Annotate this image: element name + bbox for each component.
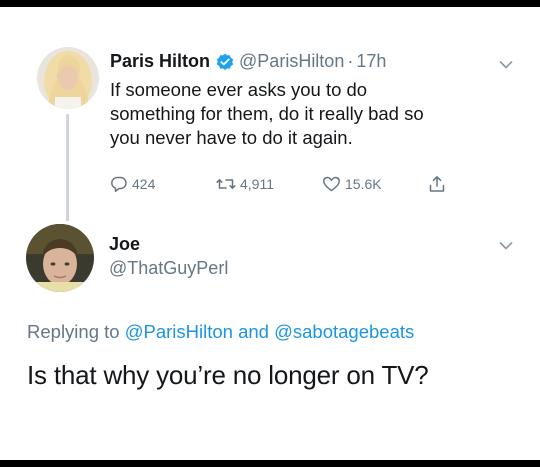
chevron-down-icon[interactable] [499, 241, 513, 251]
tweet-timestamp[interactable]: 17h [356, 51, 386, 72]
reply-author-handle[interactable]: @ThatGuyPerl [109, 258, 228, 279]
heart-icon [323, 176, 340, 192]
mention-conjunction: and [238, 321, 269, 342]
verified-badge-icon [216, 53, 234, 71]
avatar[interactable] [37, 47, 99, 109]
author-handle[interactable]: @ParisHilton [239, 51, 344, 72]
retweet-icon [216, 179, 236, 189]
mention-link[interactable]: @ParisHilton [125, 321, 233, 342]
chevron-down-icon[interactable] [499, 60, 513, 70]
retweet-count: 4,911 [240, 176, 274, 192]
author-name[interactable]: Paris Hilton [110, 51, 210, 72]
bottom-frame-bar [0, 460, 540, 467]
reply-text: Is that why you’re no longer on TV? [27, 360, 429, 390]
avatar-image [26, 224, 94, 292]
thread-connector-line [66, 114, 69, 221]
tweet-text-line: you never have to do it again. [110, 127, 353, 148]
share-button[interactable] [428, 175, 450, 193]
tweet-text-line: If someone ever asks you to do [110, 79, 368, 100]
tweet-header: Paris Hilton @ParisHilton · 17h [110, 51, 386, 72]
tweet-text: If someone ever asks you to do something… [110, 78, 510, 150]
header-separator: · [347, 51, 354, 71]
mention-link[interactable]: @sabotagebeats [274, 321, 414, 342]
top-frame-bar [0, 0, 540, 7]
tweet-text-line: something for them, do it really bad so [110, 103, 424, 124]
like-count: 15.6K [345, 176, 382, 192]
reply-count: 424 [132, 176, 156, 192]
replying-to-line: Replying to @ParisHilton and @sabotagebe… [27, 321, 414, 343]
reply-button[interactable]: 424 [110, 175, 155, 193]
share-icon [429, 176, 445, 192]
avatar-image [37, 47, 99, 109]
replying-to-label: Replying to [27, 321, 120, 342]
avatar[interactable] [26, 224, 94, 292]
like-button[interactable]: 15.6K [322, 175, 382, 193]
reply-icon [111, 176, 127, 193]
retweet-button[interactable]: 4,911 [216, 175, 274, 193]
reply-author-name[interactable]: Joe [109, 234, 140, 255]
